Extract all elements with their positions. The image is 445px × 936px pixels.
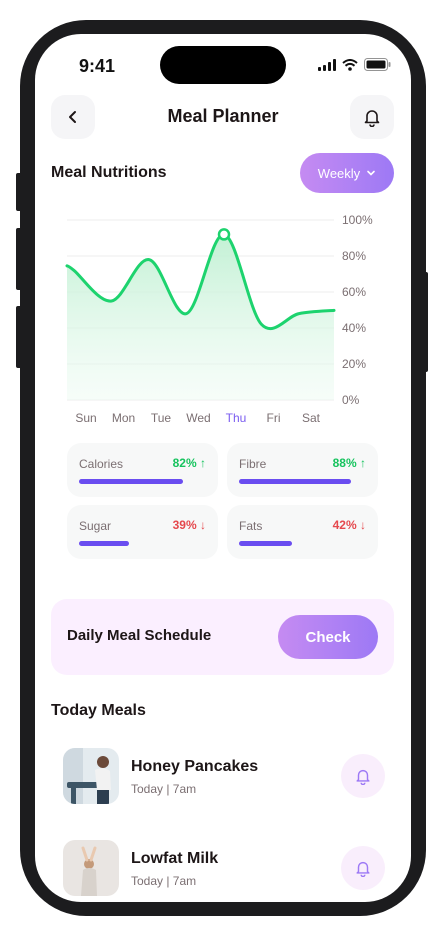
stat-card-fibre: Fibre 88% ↑ (227, 443, 378, 497)
check-button[interactable]: Check (278, 615, 378, 659)
stat-label: Calories (79, 457, 124, 471)
app-screen: 9:41 Meal Planner Meal Nutritions Weekly… (35, 34, 411, 902)
status-time: 9:41 (79, 56, 116, 76)
bell-icon (356, 861, 370, 877)
stat-value: 39% ↓ (172, 518, 206, 532)
stat-progress-bar (79, 479, 184, 484)
stat-card-fats: Fats 42% ↓ (227, 505, 378, 559)
y-tick-label: 60% (342, 285, 366, 299)
stat-label: Sugar (79, 519, 112, 533)
meal-item[interactable]: Honey Pancakes Today | 7am (63, 748, 385, 806)
x-tick-label: Mon (112, 411, 135, 425)
x-tick-label: Tue (151, 411, 172, 425)
meal-time: Today | 7am (131, 782, 197, 796)
dynamic-island (160, 46, 286, 84)
today-meals-title: Today Meals (51, 702, 146, 719)
stat-value: 42% ↓ (332, 518, 366, 532)
nutrition-chart: 100% 80% 60% 40% 20% 0% Sun Mon Tue Wed Thu Fri Sat (65, 214, 373, 425)
stat-value: 88% ↑ (332, 456, 366, 470)
daily-schedule-card: Daily Meal Schedule Check (51, 599, 394, 675)
stat-card-sugar: Sugar 39% ↓ (67, 505, 218, 559)
stat-card-calories: Calories 82% ↑ (67, 443, 218, 497)
signal-icon (318, 58, 336, 71)
stat-progress-bar (79, 541, 129, 546)
meal-thumbnail (63, 748, 119, 804)
stat-value: 82% ↑ (172, 456, 206, 470)
period-dropdown-label: Weekly (317, 165, 361, 181)
x-tick-label: Thu (226, 411, 247, 425)
x-tick-label: Sat (302, 411, 321, 425)
x-tick-label: Sun (75, 411, 96, 425)
meal-reminder-button[interactable] (341, 846, 385, 890)
stat-label: Fats (239, 519, 263, 533)
wifi-icon (342, 58, 358, 71)
y-tick-label: 80% (342, 249, 366, 263)
y-tick-label: 0% (342, 393, 360, 407)
chart-highlight-point[interactable] (217, 228, 231, 241)
stat-progress-bar (239, 541, 293, 546)
battery-icon (364, 58, 391, 71)
daily-schedule-label: Daily Meal Schedule (67, 627, 212, 644)
y-tick-label: 100% (342, 214, 373, 227)
bell-icon (356, 769, 370, 785)
status-icons (318, 58, 391, 71)
meal-time: Today | 7am (131, 874, 197, 888)
stat-progress-bar (239, 479, 351, 484)
y-tick-label: 20% (342, 357, 366, 371)
chevron-down-icon (367, 170, 375, 176)
x-tick-label: Fri (267, 411, 281, 425)
meal-thumbnail (63, 840, 119, 896)
bell-icon (364, 110, 380, 127)
notifications-button[interactable] (350, 95, 394, 139)
meal-name: Honey Pancakes (131, 758, 259, 775)
meal-item[interactable]: Lowfat Milk Today | 7am (63, 840, 385, 898)
nutrition-section-title: Meal Nutritions (51, 164, 167, 181)
meal-reminder-button[interactable] (341, 754, 385, 798)
x-tick-label: Wed (186, 411, 210, 425)
period-dropdown[interactable]: Weekly (300, 153, 394, 193)
meal-name: Lowfat Milk (131, 850, 219, 867)
stat-label: Fibre (239, 457, 267, 471)
y-tick-label: 40% (342, 321, 366, 335)
